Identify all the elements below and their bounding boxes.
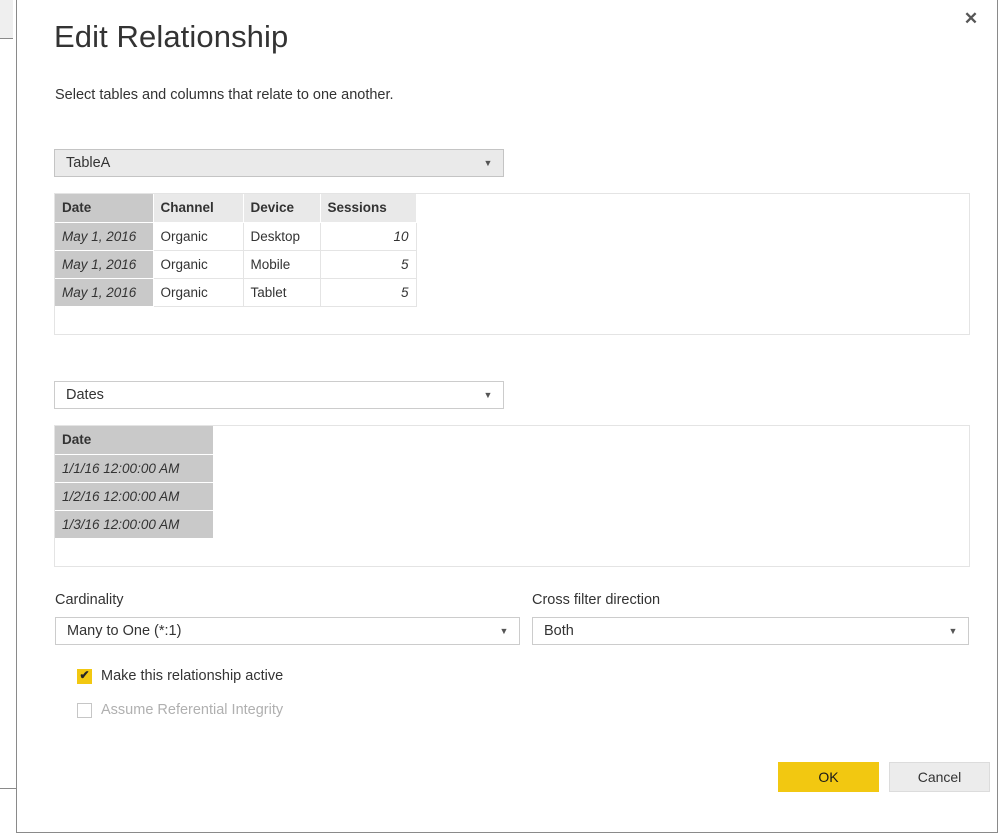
close-icon[interactable]: ✕ [955,3,987,33]
table-a-grid: Date Channel Device Sessions May 1, 2016 Org… [55,194,417,307]
table-cell: 1/1/16 12:00:00 AM [55,454,214,483]
make-relationship-active-checkbox-row[interactable]: ✔ Make this relationship active [77,668,283,684]
table-cell: 5 [320,278,417,307]
assume-referential-integrity-checkbox-row: Assume Referential Integrity [77,702,283,718]
table-cell: Mobile [243,250,321,279]
table-row: May 1, 2016 Organic Tablet 5 [55,278,417,307]
cross-filter-direction-value: Both [544,623,574,639]
chevron-down-icon: ▼ [483,158,493,168]
cardinality-value: Many to One (*:1) [67,623,182,639]
table-cell: May 1, 2016 [55,250,154,279]
ok-button[interactable]: OK [778,762,879,792]
cross-filter-direction-label: Cross filter direction [532,592,661,608]
table-row: May 1, 2016 Organic Desktop 10 [55,222,417,251]
table-b-grid: Date 1/1/16 12:00:00 AM 1/2/16 12:00:00 A… [55,426,214,539]
chevron-down-icon: ▼ [483,390,493,400]
checkbox-checked-icon[interactable]: ✔ [77,668,92,684]
table-cell: Organic [153,278,244,307]
background-left-divider [0,788,16,789]
column-header-date[interactable]: Date [55,426,214,455]
column-header-date[interactable]: Date [55,194,154,223]
table-cell: 5 [320,250,417,279]
table-cell: Tablet [243,278,321,307]
table-cell: Organic [153,250,244,279]
table-row: May 1, 2016 Organic Mobile 5 [55,250,417,279]
cardinality-label: Cardinality [55,592,124,608]
table-row: 1/2/16 12:00:00 AM [55,482,214,511]
table-b-dropdown[interactable]: Dates ▼ [54,381,504,409]
cardinality-dropdown[interactable]: Many to One (*:1) ▼ [55,617,520,645]
column-header-sessions[interactable]: Sessions [320,194,417,223]
table-cell: 1/3/16 12:00:00 AM [55,510,214,539]
cross-filter-direction-dropdown[interactable]: Both ▼ [532,617,969,645]
chevron-down-icon: ▼ [948,626,958,636]
background-left-panel [0,0,13,39]
table-a-preview-grid[interactable]: Date Channel Device Sessions May 1, 2016 Org… [54,193,970,335]
make-relationship-active-label: Make this relationship active [101,668,284,684]
table-b-dropdown-value: Dates [66,387,104,403]
table-cell: 1/2/16 12:00:00 AM [55,482,214,511]
column-header-channel[interactable]: Channel [153,194,244,223]
assume-referential-integrity-label: Assume Referential Integrity [101,702,284,718]
dialog-subtitle: Select tables and columns that relate to… [55,87,394,103]
chevron-down-icon: ▼ [499,626,509,636]
table-cell: 10 [320,222,417,251]
table-cell: Desktop [243,222,321,251]
checkbox-unchecked-icon [77,702,92,718]
edit-relationship-dialog: ✕ Edit Relationship Select tables and co… [16,0,998,833]
table-row: 1/1/16 12:00:00 AM [55,454,214,483]
column-header-device[interactable]: Device [243,194,321,223]
table-header-row: Date Channel Device Sessions [55,194,417,223]
checkmark-icon: ✔ [79,668,90,682]
table-b-preview-grid[interactable]: Date 1/1/16 12:00:00 AM 1/2/16 12:00:00 A… [54,425,970,567]
table-cell: May 1, 2016 [55,222,154,251]
table-cell: Organic [153,222,244,251]
table-row: 1/3/16 12:00:00 AM [55,510,214,539]
cancel-button[interactable]: Cancel [889,762,990,792]
page-title: Edit Relationship [54,19,289,54]
table-a-dropdown[interactable]: TableA ▼ [54,149,504,177]
table-header-row: Date [55,426,214,455]
table-a-dropdown-value: TableA [66,155,111,171]
table-cell: May 1, 2016 [55,278,154,307]
